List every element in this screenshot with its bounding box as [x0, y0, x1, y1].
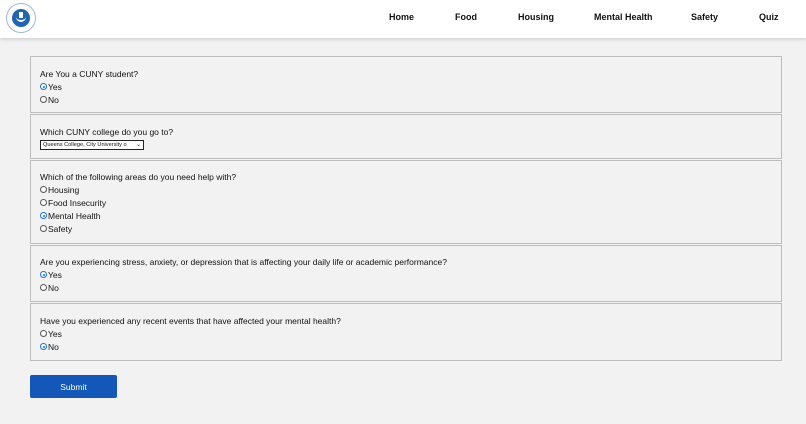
nav-housing[interactable]: Housing — [518, 12, 554, 24]
option-no[interactable]: No — [40, 282, 59, 293]
question-cuny-student: Are You a CUNY student? Yes No — [30, 56, 782, 113]
radio-button[interactable] — [40, 199, 47, 206]
option-housing[interactable]: Housing — [40, 184, 79, 195]
radio-button[interactable] — [40, 83, 47, 90]
option-safety[interactable]: Safety — [40, 223, 72, 234]
question-label: Which CUNY college do you go to? — [40, 127, 174, 137]
radio-button[interactable] — [40, 284, 47, 291]
nav-mental-health[interactable]: Mental Health — [594, 12, 653, 24]
option-yes[interactable]: Yes — [40, 269, 62, 280]
question-help-areas: Which of the following areas do you need… — [30, 160, 782, 244]
radio-button[interactable] — [40, 343, 47, 350]
submit-button[interactable]: Submit — [30, 375, 117, 398]
option-no[interactable]: No — [40, 94, 59, 105]
option-yes[interactable]: Yes — [40, 328, 62, 339]
radio-button[interactable] — [40, 330, 47, 337]
cuny-logo-icon[interactable] — [6, 3, 36, 33]
question-label: Have you experienced any recent events t… — [40, 316, 341, 326]
nav-food[interactable]: Food — [455, 12, 477, 24]
option-no[interactable]: No — [40, 341, 59, 352]
question-cuny-college: Which CUNY college do you go to? Queens … — [30, 114, 782, 159]
top-navigation-bar: Home Food Housing Mental Health Safety Q… — [0, 0, 806, 38]
radio-button[interactable] — [40, 212, 47, 219]
radio-button[interactable] — [40, 186, 47, 193]
radio-button[interactable] — [40, 271, 47, 278]
radio-button[interactable] — [40, 96, 47, 103]
option-mental-health[interactable]: Mental Health — [40, 210, 100, 221]
radio-button[interactable] — [40, 225, 47, 232]
question-recent-events: Have you experienced any recent events t… — [30, 303, 782, 361]
option-yes[interactable]: Yes — [40, 81, 62, 92]
question-stress-anxiety: Are you experiencing stress, anxiety, or… — [30, 245, 782, 302]
nav-quiz[interactable]: Quiz — [759, 12, 779, 24]
nav-home[interactable]: Home — [389, 12, 414, 24]
chevron-down-icon: ⌄ — [135, 142, 141, 148]
college-select[interactable]: Queens College, City University o ⌄ — [40, 140, 144, 150]
question-label: Which of the following areas do you need… — [40, 172, 237, 182]
option-food-insecurity[interactable]: Food Insecurity — [40, 197, 106, 208]
question-label: Are you experiencing stress, anxiety, or… — [40, 257, 447, 267]
nav-safety[interactable]: Safety — [691, 12, 718, 24]
question-label: Are You a CUNY student? — [40, 69, 139, 79]
